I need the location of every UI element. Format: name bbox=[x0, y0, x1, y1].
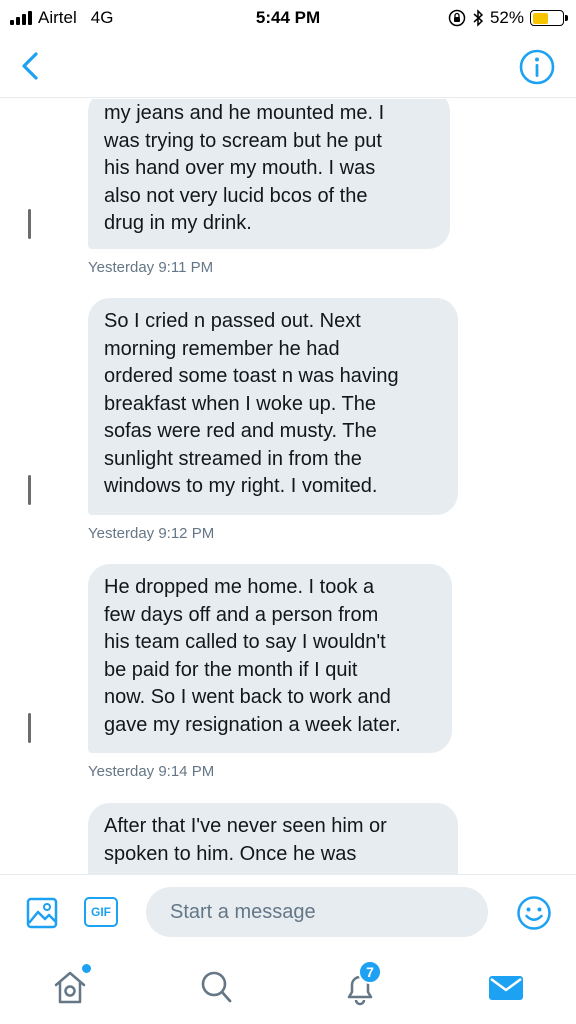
tab-search[interactable] bbox=[194, 960, 238, 1010]
tab-home[interactable] bbox=[48, 960, 92, 1010]
message-timestamp: Yesterday 9:12 PM bbox=[88, 525, 215, 542]
sender-avatar bbox=[28, 209, 31, 239]
battery-icon bbox=[530, 10, 568, 26]
status-bar: Airtel 4G 5:44 PM 52% bbox=[0, 0, 576, 36]
sender-avatar bbox=[28, 475, 31, 505]
home-icon bbox=[54, 971, 86, 1004]
conversation-info-button[interactable] bbox=[518, 48, 556, 86]
message-timestamp: Yesterday 9:14 PM bbox=[88, 763, 215, 780]
add-gif-button[interactable]: GIF bbox=[84, 897, 118, 927]
battery-percent: 52% bbox=[489, 8, 524, 27]
conversation-header bbox=[0, 36, 576, 98]
home-new-content-dot bbox=[82, 964, 91, 973]
bluetooth-icon bbox=[473, 9, 484, 27]
status-right: 52% bbox=[448, 8, 568, 28]
tab-notifications[interactable]: 7 bbox=[338, 960, 382, 1010]
image-icon bbox=[26, 897, 58, 929]
info-icon bbox=[519, 49, 555, 85]
back-button[interactable] bbox=[14, 46, 50, 86]
emoji-button[interactable] bbox=[516, 895, 552, 931]
battery-level bbox=[532, 12, 548, 24]
message-timestamp: Yesterday 9:11 PM bbox=[88, 259, 214, 276]
tab-bar: 7 bbox=[0, 950, 576, 1024]
add-photo-button[interactable] bbox=[26, 897, 58, 929]
message-bubble[interactable]: After that I've never seen him or spoken… bbox=[88, 803, 458, 874]
message-bubble[interactable]: He dropped me home. I took a few days of… bbox=[88, 564, 452, 753]
envelope-icon bbox=[489, 976, 523, 1000]
message-input[interactable] bbox=[146, 887, 488, 937]
chevron-left-icon bbox=[22, 52, 38, 80]
orientation-lock-icon bbox=[448, 9, 466, 27]
search-icon bbox=[201, 971, 232, 1003]
message-composer: GIF bbox=[0, 874, 576, 950]
notification-count-badge: 7 bbox=[358, 960, 382, 984]
message-bubble[interactable]: So I cried n passed out. Next morning re… bbox=[88, 298, 458, 515]
message-bubble[interactable]: my jeans and he mounted me. I was trying… bbox=[88, 99, 450, 249]
message-list[interactable]: my jeans and he mounted me. I was trying… bbox=[0, 99, 576, 874]
smiley-icon bbox=[517, 896, 551, 930]
sender-avatar bbox=[28, 713, 31, 743]
tab-messages[interactable] bbox=[484, 960, 528, 1010]
dm-conversation-screen: Airtel 4G 5:44 PM 52% my jeans and he mo… bbox=[0, 0, 576, 1024]
